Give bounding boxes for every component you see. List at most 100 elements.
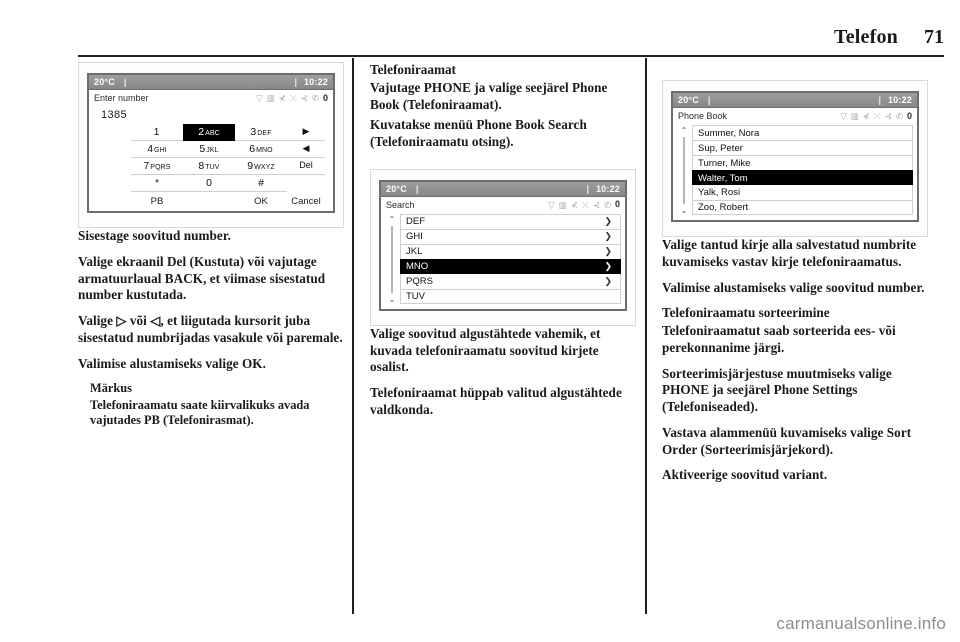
list-item-selected[interactable]: MNO ❯ [400,258,621,274]
scroll-track[interactable] [391,225,393,293]
col1-paragraph-3: Valige ▷ või ◁, et liigutada kursorit ju… [78,313,343,345]
phone-handset-icon: ✆ [895,110,903,121]
key-star[interactable]: * [131,175,183,192]
list-item[interactable]: GHI ❯ [400,228,621,244]
mute-icon: ⊀ [862,110,870,121]
key-5[interactable]: 5JKL [183,141,235,158]
list-item[interactable]: DEF ❯ [400,213,621,229]
list-item[interactable]: Yalk, Rosi [692,185,913,200]
scroll-up-icon[interactable]: ⌃ [681,126,688,135]
keypad-gutter [97,175,131,192]
col3-paragraph-5: Vastava alammenüü kuvamiseks valige Sort… [662,424,912,457]
status-icon-group: ▽ ▥ ⊀ ⤫ ⊰ ✆ 0 [548,200,620,209]
search-title-row: Search ▽ ▥ ⊀ ⤫ ⊰ ✆ 0 [381,197,625,212]
note-title: Märkus [90,381,132,396]
col1-paragraph-4: Valimise alustamiseks valige OK. [78,355,266,371]
scroll-down-icon[interactable]: ⌄ [681,206,688,215]
col2-paragraph-2: Kuvatakse menüü Phone Book Search (Telef… [370,117,587,150]
wifi-icon: ▽ [548,199,555,210]
column-1: 20°C | | 10:22 Enter number ▽ ▥ ⊀ ⤫ ⊰ ✆ … [78,62,344,429]
key-6[interactable]: 6MNO [235,141,287,158]
phonebook-list: Summer, Nora Sup, Peter Turner, Mike Wal… [692,125,913,215]
sim-card-icon: ▥ [850,110,859,121]
list-item[interactable]: JKL ❯ [400,243,621,259]
phonebook-screen: 20°C | | 10:22 Phone Book ▽ ▥ ⊀ ⤫ ⊰ ✆ 0 [671,91,919,222]
chevron-right-icon: ❯ [604,231,612,242]
cursor-left-icon[interactable]: ◀ [287,141,325,158]
phonebook-list-wrapper: ⌃ ⌄ Summer, Nora Sup, Peter Turner, Mike… [673,123,917,220]
dial-keypad[interactable]: 1 2ABC 3DEF ▶ 4GHI 5JKL 6MNO ◀ 7PQRS 8TU… [89,123,333,192]
cursor-right-icon[interactable]: ▶ [287,124,325,141]
wifi-icon: ▽ [256,92,263,103]
key-8[interactable]: 8TUV [183,158,235,175]
list-item[interactable]: Summer, Nora [692,125,913,140]
note-body: Telefoniraamatu saate kiirvalikuks avada… [90,397,310,428]
delete-key[interactable]: Del [287,158,325,175]
shuffle-icon: ⤫ [873,110,881,121]
col3-paragraph-6: Aktiveerige soovitud variant. [662,467,828,483]
column-2: Telefoniraamat Vajutage PHONE ja valige … [370,62,636,428]
note-block: Märkus Telefoniraamatu saate kiirvalikuk… [78,381,344,429]
shuffle-icon: ⤫ [289,92,297,103]
list-item[interactable]: Zoo, Robert [692,200,913,215]
phone-handset-icon: ✆ [603,199,611,210]
chevron-right-icon: ❯ [604,216,612,227]
key-7[interactable]: 7PQRS [131,158,183,175]
status-icon-group: ▽ ▥ ⊀ ⤫ ⊰ ✆ 0 [256,92,328,103]
list-item[interactable]: Turner, Mike [692,155,913,170]
key-4[interactable]: 4GHI [131,141,183,158]
scroll-track[interactable] [683,137,685,204]
header-divider-rule [78,55,944,57]
softkey-gutter [183,194,235,207]
phonebook-scrollbar[interactable]: ⌃ ⌄ [676,125,692,215]
chevron-right-icon: ❯ [604,261,612,272]
scroll-down-icon[interactable]: ⌄ [389,295,396,304]
list-item[interactable]: Sup, Peter [692,140,913,155]
list-item-selected[interactable]: Walter, Tom [692,170,913,185]
keypad-screenshot-frame: 20°C | | 10:22 Enter number ▽ ▥ ⊀ ⤫ ⊰ ✆ … [78,62,344,228]
sim-card-icon: ▥ [558,199,567,210]
status-icon-group: ▽ ▥ ⊀ ⤫ ⊰ ✆ 0 [840,110,912,121]
search-list-wrapper: ⌃ ⌄ DEF ❯ GHI ❯ JKL ❯ MNO ❯ PQRS ❯ TUV [381,212,625,309]
wifi-icon: ▽ [840,110,847,121]
key-2[interactable]: 2ABC [183,124,235,141]
key-1[interactable]: 1 [131,124,183,141]
phonebook-heading: Telefoniraamat [370,62,456,77]
list-item[interactable]: TUV [400,288,621,304]
clock-readout: 10:22 [887,95,912,105]
phonebook-title-row: Phone Book ▽ ▥ ⊀ ⤫ ⊰ ✆ 0 [673,108,917,123]
col2-paragraph-3: Valige soovitud algustähtede vahemik, et… [370,325,601,375]
ok-softkey[interactable]: OK [235,194,287,207]
scroll-up-icon[interactable]: ⌃ [389,215,396,224]
search-scrollbar[interactable]: ⌃ ⌄ [384,214,400,304]
temperature-readout: 20°C [678,95,699,105]
phonebook-softkey[interactable]: PB [131,194,183,207]
column-divider-right [645,58,647,614]
screen-title: Search [386,199,415,210]
keypad-gutter [97,141,131,158]
col1-paragraph-1: Sisestage soovitud number. [78,228,231,243]
col3-paragraph-4: Sorteerimisjärjestuse muutmiseks valige … [662,365,892,415]
clock-separator: | [294,77,297,87]
col2-paragraph-1: Vajutage PHONE ja valige seejärel Phone … [370,79,608,112]
clock-readout: 10:22 [303,77,328,87]
key-3[interactable]: 3DEF [235,124,287,141]
keypad-gutter [287,175,325,192]
col3-paragraph-3: Telefoniraamatut saab sorteerida ees- võ… [662,323,896,355]
key-0[interactable]: 0 [183,175,235,192]
search-screen: 20°C | | 10:22 Search ▽ ▥ ⊀ ⤫ ⊰ ✆ 0 ⌃ ⌄ … [379,179,627,311]
battery-icon: 0 [906,110,912,121]
speaker-off-icon: ⊰ [592,199,600,210]
clock-readout: 10:22 [595,183,620,194]
cancel-softkey[interactable]: Cancel [287,194,325,207]
keypad-gutter [97,124,131,141]
col3-paragraph-2: Valimise alustamiseks valige soovitud nu… [662,279,925,295]
key-hash[interactable]: # [235,175,287,192]
status-separator: | [707,95,711,105]
list-item[interactable]: PQRS ❯ [400,273,621,289]
key-9[interactable]: 9WXYZ [235,158,287,175]
phonebook-screenshot-frame: 20°C | | 10:22 Phone Book ▽ ▥ ⊀ ⤫ ⊰ ✆ 0 [662,80,928,237]
phonebook-status-bar: 20°C | | 10:22 [673,93,917,108]
column-3: 20°C | | 10:22 Phone Book ▽ ▥ ⊀ ⤫ ⊰ ✆ 0 [662,62,928,493]
col3-paragraph-1: Valige tantud kirje alla salvestatud num… [662,237,917,269]
